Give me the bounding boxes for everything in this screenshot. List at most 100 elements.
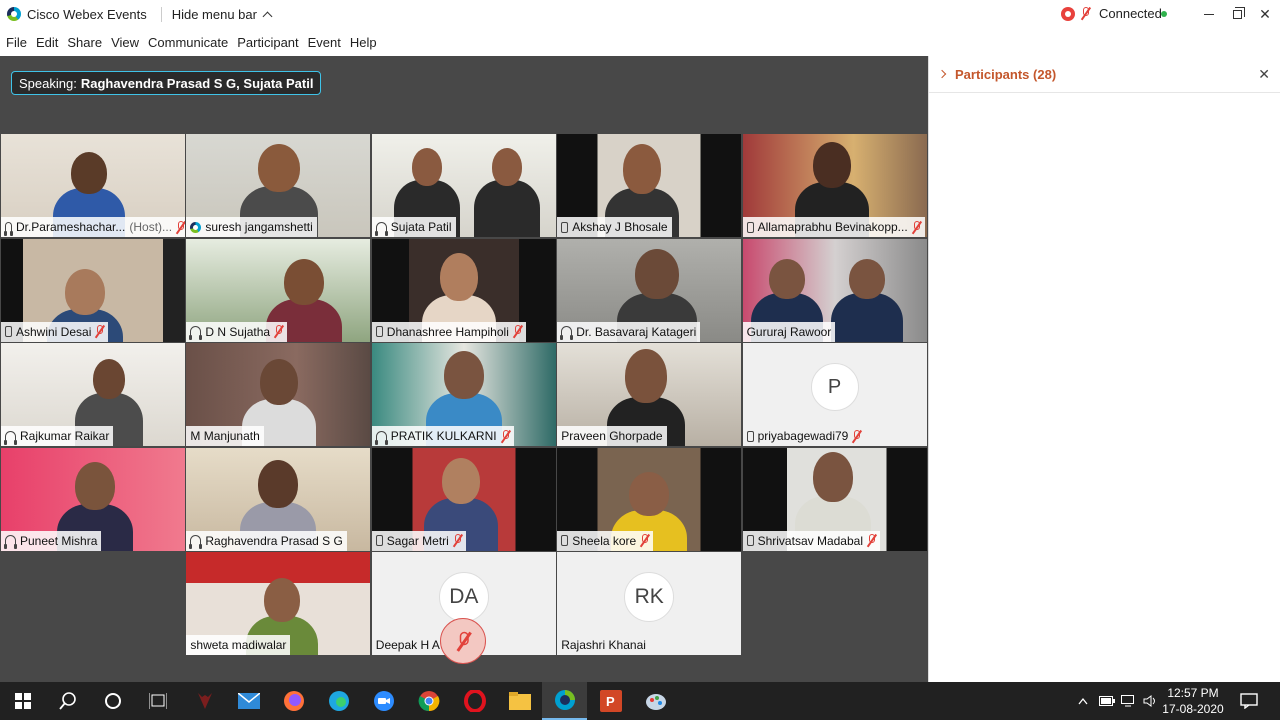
webex-logo-icon: [7, 7, 21, 21]
audio-icon: [4, 535, 17, 549]
taskbar-clock[interactable]: 12:57 PM 17-08-2020: [1162, 685, 1224, 717]
video-tile[interactable]: Puneet Mishra: [1, 447, 185, 551]
menu-edit[interactable]: Edit: [36, 35, 58, 50]
participant-body: [473, 180, 540, 237]
video-tile[interactable]: Dhanashree Hampiholi: [371, 238, 556, 342]
zoom-icon[interactable]: [361, 682, 406, 720]
chrome-icon[interactable]: [406, 682, 451, 720]
firefox-icon[interactable]: [271, 682, 316, 720]
participant-name: Sujata Patil: [390, 220, 452, 234]
participant-name: Sheela kore: [572, 533, 637, 548]
participant-head: [491, 148, 522, 186]
volume-icon[interactable]: [1143, 682, 1159, 720]
participant-nameplate: priyabagewadi79: [743, 426, 866, 446]
participant-head: [439, 252, 478, 301]
participants-header[interactable]: Participants (28): [929, 56, 1280, 93]
minimize-button[interactable]: [1194, 0, 1224, 28]
hide-menu-button[interactable]: Hide menu bar: [160, 6, 273, 22]
speaking-indicator: Speaking: Raghavendra Prasad S G, Sujata…: [11, 71, 322, 95]
participant-head: [768, 258, 805, 299]
menu-communicate[interactable]: Communicate: [148, 35, 228, 50]
hide-menu-label: Hide menu bar: [171, 6, 257, 22]
menu-view[interactable]: View: [111, 35, 139, 50]
battery-icon[interactable]: [1099, 682, 1115, 720]
video-tile[interactable]: Akshay J Bhosale: [557, 134, 742, 237]
video-tile[interactable]: Rajkumar Raikar: [1, 343, 185, 446]
connection-status[interactable]: Connected: [1099, 6, 1162, 21]
task-view-icon[interactable]: [135, 682, 180, 720]
notifications-icon[interactable]: [1240, 682, 1258, 720]
video-tile[interactable]: Gururaj Rawoor: [742, 238, 927, 342]
video-tile[interactable]: suresh jangamshetti: [186, 134, 371, 237]
menu-participant[interactable]: Participant: [237, 35, 298, 50]
video-tile[interactable]: Dr.Parameshachar... (Host)...: [1, 134, 185, 237]
participant-name: Sagar Metri: [386, 533, 449, 548]
video-tile[interactable]: Ashwini Desai: [1, 238, 185, 342]
restore-button[interactable]: [1222, 0, 1252, 28]
game-icon[interactable]: [182, 682, 227, 720]
video-tile[interactable]: Sagar Metri: [371, 447, 556, 551]
menu-bar: File Edit Share View Communicate Partici…: [0, 28, 1280, 56]
mic-muted-icon: [453, 534, 462, 547]
mic-muted-icon: [456, 631, 470, 651]
video-tile[interactable]: Praveen Ghorpade: [557, 343, 742, 446]
video-tile[interactable]: shweta madiwalar: [186, 552, 371, 655]
menu-file[interactable]: File: [6, 35, 27, 50]
speaking-names: Raghavendra Prasad S G, Sujata Patil: [80, 75, 314, 91]
video-tile[interactable]: D N Sujatha: [186, 238, 371, 342]
network-icon[interactable]: [1121, 682, 1137, 720]
participant-name: Rajkumar Raikar: [20, 429, 110, 443]
video-tile[interactable]: Ppriyabagewadi79: [742, 343, 927, 446]
mic-muted-icon: [513, 325, 522, 338]
video-tile[interactable]: RK Rajashri Khanai: [557, 552, 742, 655]
windows-taskbar: P 12:57 PM 17-08-2020: [0, 682, 1280, 720]
participant-name: PRATIK KULKARNI: [390, 429, 497, 443]
cortana-icon[interactable]: [90, 682, 135, 720]
show-hidden-icons[interactable]: [1078, 682, 1088, 720]
start-icon[interactable]: [0, 682, 45, 720]
participant-nameplate: Rajkumar Raikar: [1, 426, 114, 446]
video-tile[interactable]: Sheela kore: [557, 447, 742, 551]
video-tile[interactable]: Sujata Patil: [371, 134, 556, 237]
participant-name: Gururaj Rawoor: [746, 324, 832, 339]
video-tile[interactable]: Dr. Basavaraj Katageri: [557, 238, 742, 342]
app-title: Cisco Webex Events: [27, 6, 147, 22]
file-explorer-icon[interactable]: [497, 682, 542, 720]
phone-icon: [375, 535, 383, 546]
participant-nameplate: shweta madiwalar: [186, 635, 291, 655]
search-icon[interactable]: [45, 682, 90, 720]
participant-name: Allamaprabhu Bevinakopp...: [757, 220, 908, 234]
participant-nameplate: PRATIK KULKARNI: [371, 426, 514, 446]
video-tile[interactable]: Allamaprabhu Bevinakopp...: [742, 134, 927, 237]
unmute-button[interactable]: [440, 618, 486, 664]
mail-icon[interactable]: [226, 682, 271, 720]
participant-head: [812, 142, 851, 188]
participant-name: suresh jangamshetti: [205, 220, 313, 234]
video-tile[interactable]: Raghavendra Prasad S G: [186, 447, 371, 551]
participant-name: Shrivatsav Madabal: [757, 533, 863, 548]
edge-icon[interactable]: [316, 682, 361, 720]
participant-name: priyabagewadi79: [757, 429, 849, 443]
menu-share[interactable]: Share: [67, 35, 102, 50]
audio-icon: [189, 326, 203, 340]
video-tile[interactable]: PRATIK KULKARNI: [371, 343, 556, 446]
recording-icon[interactable]: [1061, 7, 1075, 21]
connection-dot-icon: [1161, 11, 1167, 17]
opera-icon[interactable]: [452, 682, 497, 720]
powerpoint-icon[interactable]: P: [588, 682, 633, 720]
participant-nameplate: Ashwini Desai: [1, 321, 109, 342]
video-tile[interactable]: M Manjunath: [186, 343, 371, 446]
mute-icon[interactable]: [1081, 7, 1090, 20]
participant-head: [443, 351, 484, 399]
menu-help[interactable]: Help: [350, 35, 377, 50]
menu-event[interactable]: Event: [308, 35, 341, 50]
close-panel-icon[interactable]: ✕: [1258, 66, 1270, 83]
participant-name: Raghavendra Prasad S G: [205, 533, 343, 548]
paint-icon[interactable]: [633, 682, 678, 720]
video-tile[interactable]: Shrivatsav Madabal: [742, 447, 927, 551]
close-button[interactable]: ✕: [1250, 0, 1280, 28]
participant-head: [93, 359, 125, 399]
participant-head: [635, 248, 680, 299]
participant-nameplate: Puneet Mishra: [1, 530, 102, 551]
webex-icon[interactable]: [542, 682, 587, 720]
